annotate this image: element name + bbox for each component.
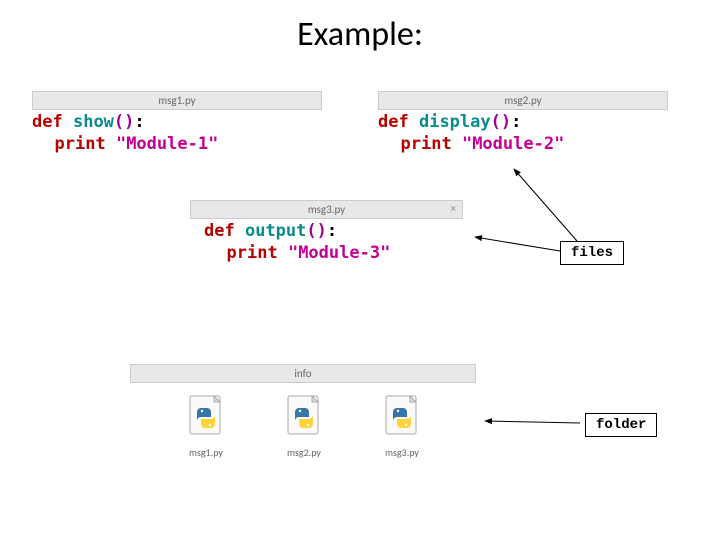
- arrow-to-folder: [485, 421, 580, 423]
- folder-header: info: [130, 364, 476, 383]
- folder-name: info: [294, 367, 311, 380]
- arrow-to-msg3: [475, 237, 560, 251]
- file-icon-msg1[interactable]: msg1.py: [186, 394, 226, 459]
- file-icon-msg3[interactable]: msg3.py: [382, 394, 422, 459]
- folder-contents: msg1.py msg2.py msg3.py: [186, 394, 422, 459]
- python-file-icon: [186, 394, 226, 438]
- file-icon-msg2[interactable]: msg2.py: [284, 394, 324, 459]
- file-caption: msg1.py: [186, 446, 226, 459]
- python-file-icon: [284, 394, 324, 438]
- python-file-icon: [382, 394, 422, 438]
- label-folder: folder: [585, 413, 657, 437]
- file-caption: msg2.py: [284, 446, 324, 459]
- file-caption: msg3.py: [382, 446, 422, 459]
- arrow-to-msg2: [0, 14, 720, 554]
